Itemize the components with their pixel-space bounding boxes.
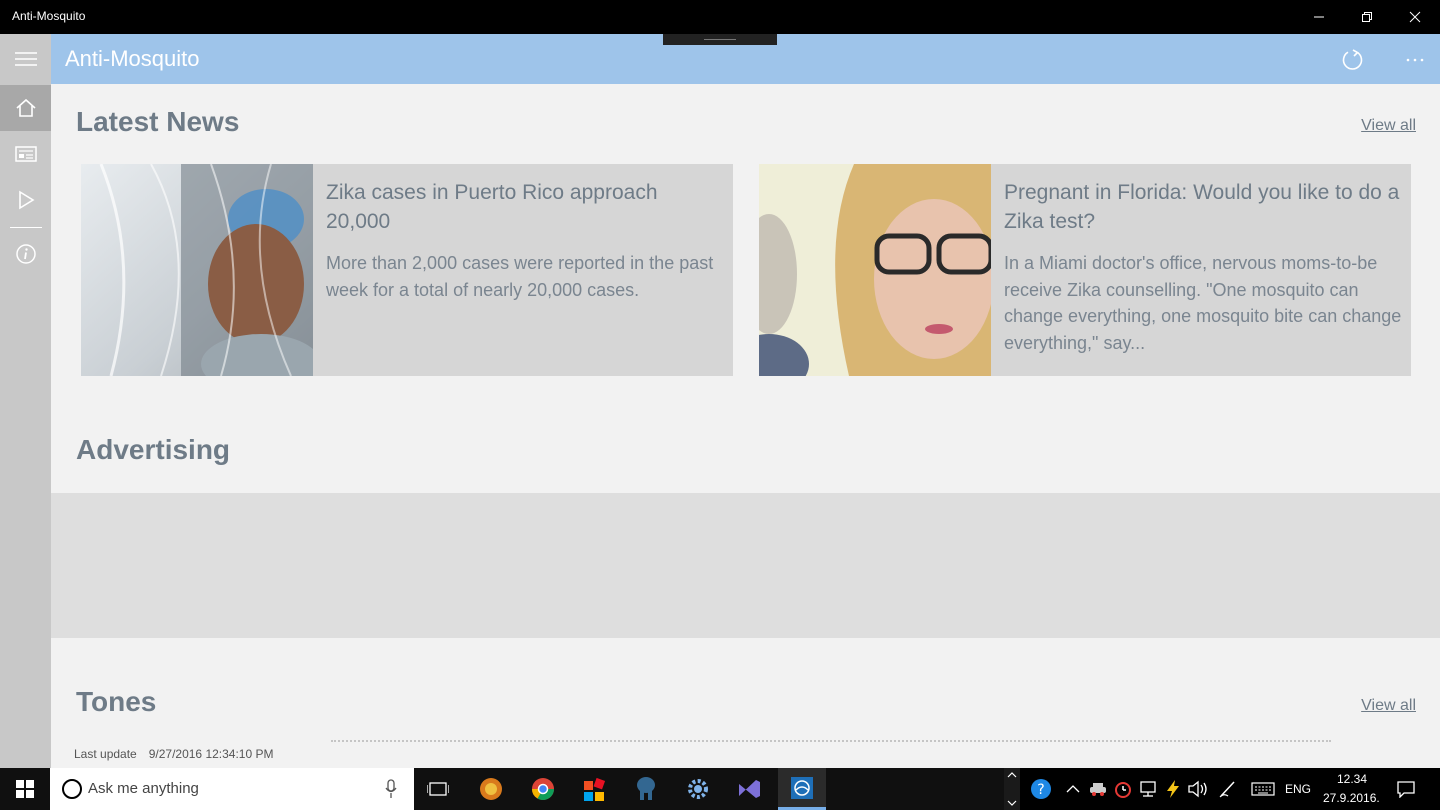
menu-icon [14,52,37,66]
nav-news[interactable] [0,131,51,177]
close-icon [1409,11,1421,23]
volume-tray-button[interactable] [1187,778,1209,800]
touch-keyboard-button[interactable] [1251,778,1275,800]
restore-icon [1362,12,1372,22]
latest-news-heading: Latest News [76,106,240,137]
notification-icon [1397,781,1415,798]
nav-tones[interactable] [0,177,51,223]
more-icon [1406,58,1424,62]
cortana-icon [62,779,82,799]
store-icon [584,777,606,801]
navigation-rail [0,34,51,768]
taskbar-scroll-control[interactable] [1004,768,1020,810]
news-title: Zika cases in Puerto Rico approach 20,00… [326,181,658,233]
show-hidden-icons-button[interactable] [1062,778,1084,800]
chevron-up-down-icon [1007,772,1017,806]
news-description: More than 2,000 cases were reported in t… [326,253,714,300]
input-language-indicator[interactable]: ENG [1285,782,1311,796]
taskbar-app-database[interactable] [622,768,670,810]
search-placeholder: Ask me anything [88,780,199,797]
task-view-icon [427,782,449,796]
news-image-baby [81,164,313,376]
app-bar: Anti-Mosquito [51,34,1440,84]
news-card[interactable]: Pregnant in Florida: Would you like to d… [759,164,1411,376]
tray-app-car[interactable] [1087,778,1109,800]
visual-studio-icon [739,780,760,798]
svg-text:?: ? [1037,782,1044,798]
advertising-banner[interactable] [51,493,1440,638]
task-view-button[interactable] [414,768,462,810]
info-icon [15,244,36,264]
pen-icon [1219,781,1235,798]
help-icon: ? [1031,779,1051,799]
drag-handle[interactable] [663,34,777,45]
tones-view-all-link[interactable]: View all [1361,697,1416,715]
play-icon [18,190,35,210]
restore-button[interactable] [1344,0,1390,34]
latest-news-view-all-link[interactable]: View all [1361,117,1416,135]
taskbar-app-visual-studio[interactable] [725,768,773,810]
windows-logo-icon [16,780,34,798]
news-icon [14,146,37,162]
news-description: In a Miami doctor's office, nervous moms… [1004,253,1402,353]
car-icon [1090,783,1106,796]
volume-icon [1188,780,1207,798]
hamburger-menu-button[interactable] [0,36,51,82]
window-title: Anti-Mosquito [12,9,86,23]
refresh-icon [1342,49,1363,70]
minimize-button[interactable] [1296,0,1342,34]
tray-app-alarm[interactable] [1112,778,1134,800]
last-update-value: 9/27/2016 12:34:10 PM [148,747,274,761]
home-icon [15,98,36,117]
chevron-up-icon [1066,785,1080,793]
app-title: Anti-Mosquito [65,46,200,71]
more-options-button[interactable] [1397,42,1433,78]
network-tray-button[interactable] [1137,778,1159,800]
minimize-icon [1314,16,1324,18]
microphone-icon[interactable] [384,778,398,800]
nav-home[interactable] [0,85,51,131]
window-title-bar: Anti-Mosquito [0,0,1440,34]
main-content: Latest News View all Zika cases in Puert… [51,84,1440,768]
cortana-search-box[interactable]: Ask me anything [50,768,414,810]
keyboard-icon [1251,782,1275,796]
taskbar-app-anti-mosquito[interactable] [778,768,826,810]
taskbar-app-chrome[interactable] [519,768,567,810]
gear-icon [688,779,708,799]
refresh-button[interactable] [1335,42,1371,78]
taskbar-app-store[interactable] [570,768,618,810]
battery-charging-icon [1167,780,1179,798]
anti-mosquito-app-icon [791,776,813,799]
chrome-icon [532,778,554,800]
tones-heading: Tones [76,686,157,717]
close-button[interactable] [1392,0,1438,34]
taskbar-app-browser[interactable] [467,768,515,810]
last-update-label: Last update [74,747,137,761]
news-image-woman [759,164,991,376]
advertising-heading: Advertising [76,434,231,465]
power-tray-button[interactable] [1162,778,1184,800]
start-button[interactable] [0,768,50,810]
network-icon [1140,781,1156,797]
news-card[interactable]: Zika cases in Puerto Rico approach 20,00… [81,164,733,376]
last-update-status: Last update 9/27/2016 12:34:10 PM [74,747,273,761]
pen-tray-button[interactable] [1217,778,1239,800]
alarm-clock-icon [1115,782,1131,798]
help-tray-button[interactable]: ? [1030,778,1052,800]
windows-taskbar: Ask me anything ? ENG 12.34 27.9.2016. [0,768,1440,810]
clock-date[interactable]: 27.9.2016. [1323,791,1380,805]
action-center-button[interactable] [1395,778,1417,800]
tones-list-peek [331,740,1331,742]
browser-app-icon [480,778,502,800]
taskbar-app-settings[interactable] [674,768,722,810]
news-title: Pregnant in Florida: Would you like to d… [1004,181,1400,233]
database-app-icon [637,777,655,800]
nav-info[interactable] [0,231,51,277]
nav-separator [10,227,42,228]
clock-time[interactable]: 12.34 [1337,772,1367,786]
